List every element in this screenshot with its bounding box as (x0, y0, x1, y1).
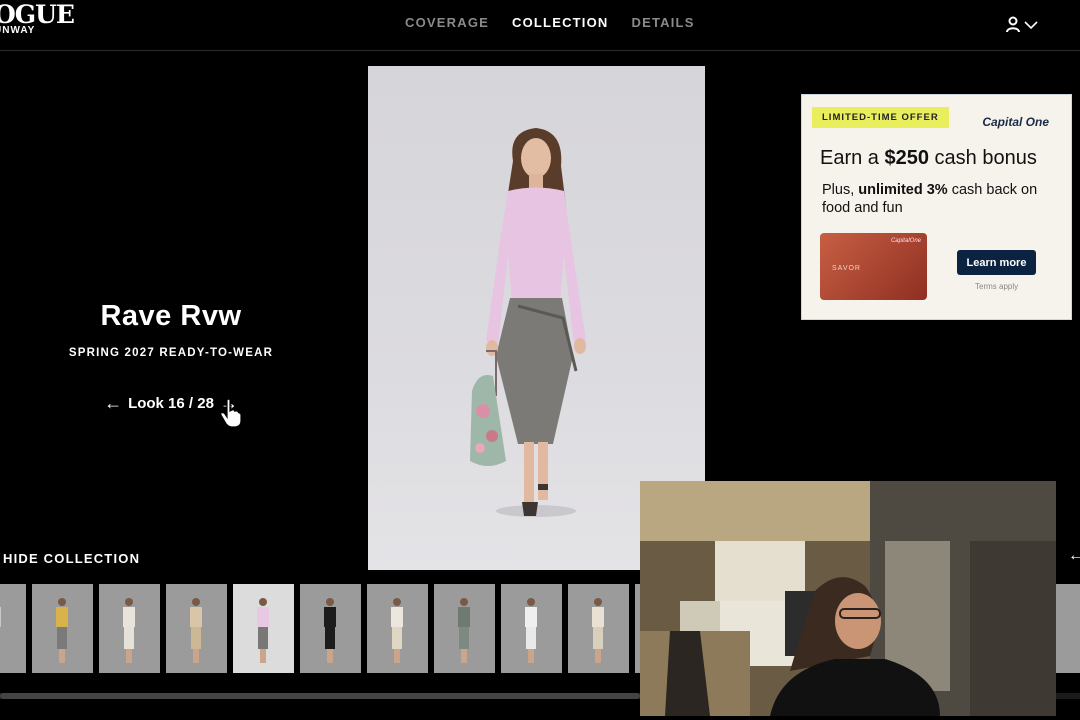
hand-cursor-icon (220, 398, 242, 428)
collection-thumbnail[interactable] (434, 584, 495, 673)
designer-name[interactable]: Rave Rvw (0, 300, 342, 333)
show-info: Rave Rvw SPRING 2027 READY-TO-WEAR ← Loo… (0, 300, 342, 414)
ad-subtext: Plus, unlimited 3% cash back on food and… (822, 181, 1062, 217)
account-menu[interactable] (1005, 16, 1038, 33)
hide-collection-label: HIDE COLLECTION (3, 551, 141, 566)
ad-headline-pre: Earn a (820, 147, 885, 169)
card-name: SAVOR (832, 265, 861, 272)
top-bar: OGUE UNWAY COVERAGE COLLECTION DETAILS (0, 0, 1080, 51)
ad-brand-logo: Capital One (982, 115, 1049, 129)
look-navigator: ← Look 16 / 28 → (0, 393, 342, 414)
thumbnail-model (324, 598, 336, 663)
collection-thumbnail[interactable] (32, 584, 93, 673)
thumbnail-model (592, 598, 604, 663)
look-counter: Look 16 / 28 (128, 395, 214, 412)
collection-thumbnail[interactable] (300, 584, 361, 673)
terms-link[interactable]: Terms apply (975, 282, 1018, 291)
collection-thumbnail[interactable] (367, 584, 428, 673)
thumbnail-model (56, 598, 68, 663)
learn-more-button[interactable]: Learn more (957, 250, 1036, 275)
thumbnail-model (190, 598, 202, 663)
scroll-arrow-icon[interactable]: ← (1068, 547, 1080, 565)
collection-thumbnail[interactable] (99, 584, 160, 673)
thumbnail-model (0, 607, 1, 627)
ad-headline-post: cash bonus (928, 147, 1037, 169)
webcam-video-frame (640, 481, 1056, 716)
hide-collection-button[interactable]: HIDE COLLECTION (3, 551, 140, 566)
collection-thumbnail[interactable] (1056, 584, 1080, 673)
collection-thumbnail[interactable] (233, 584, 294, 673)
arrow-left-icon[interactable]: ← (104, 393, 122, 414)
vogue-runway-logo[interactable]: OGUE UNWAY (0, 0, 75, 36)
thumbnail-model (525, 598, 537, 663)
thumbnail-model (391, 598, 403, 663)
card-brand: CapitalOne (890, 238, 921, 244)
nav-collection[interactable]: COLLECTION (512, 15, 609, 30)
ad-badge: LIMITED-TIME OFFER (812, 107, 949, 128)
advertisement[interactable]: LIMITED-TIME OFFER Capital One Earn a $2… (801, 94, 1072, 320)
scrollbar-thumb[interactable] (0, 693, 640, 699)
credit-card-image: CapitalOne SAVOR (820, 233, 927, 300)
thumbnail-model (458, 598, 470, 663)
webcam-overlay (640, 481, 1056, 716)
ad-headline-amount: $250 (884, 147, 929, 169)
thumbnail-model (123, 598, 135, 663)
collection-thumbnail[interactable] (501, 584, 562, 673)
collection-thumbnail[interactable] (0, 584, 26, 673)
nav-details[interactable]: DETAILS (632, 15, 695, 30)
logo-wordmark: OGUE (0, 0, 75, 29)
user-icon (1006, 16, 1020, 33)
chevron-down-icon (1024, 20, 1038, 29)
section-nav: COVERAGE COLLECTION DETAILS (405, 15, 695, 30)
nav-coverage[interactable]: COVERAGE (405, 15, 489, 30)
ad-headline: Earn a $250 cash bonus (820, 147, 1037, 170)
collection-thumbnail[interactable] (568, 584, 629, 673)
season-label: SPRING 2027 READY-TO-WEAR (68, 347, 274, 359)
thumbnail-model (257, 598, 269, 663)
collection-thumbnail[interactable] (166, 584, 227, 673)
ad-sub-bold: unlimited 3% (858, 182, 948, 198)
ad-sub-pre: Plus, (822, 182, 859, 198)
